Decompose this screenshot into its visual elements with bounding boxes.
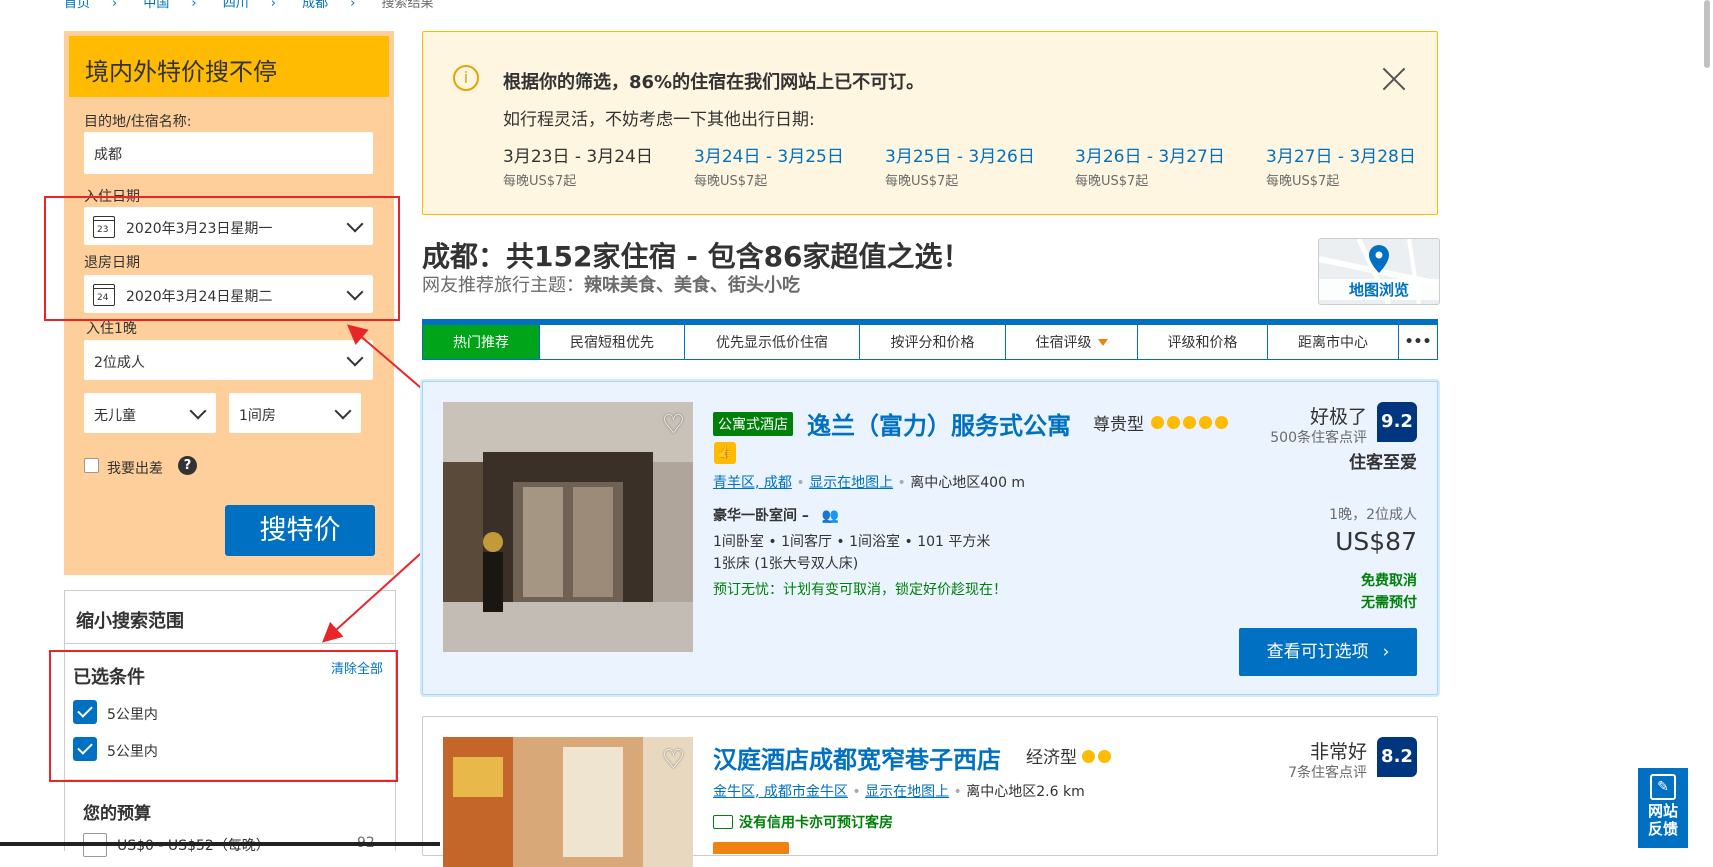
hotel-name-link[interactable]: 逸兰（富力）服务式公寓: [807, 406, 1071, 441]
no-prepay-text: 无需预付: [1361, 595, 1417, 611]
review-count[interactable]: 500条住客点评: [1270, 427, 1367, 447]
rating-word: 非常好: [1309, 741, 1367, 763]
show-on-map-link[interactable]: 显示在地图上: [809, 475, 893, 491]
bottom-bar: [0, 842, 440, 846]
guests-icon: 👥: [821, 508, 840, 524]
tab-popular[interactable]: 热门推荐: [423, 325, 540, 359]
review-count[interactable]: 7条住客点评: [1288, 762, 1367, 782]
star-rating: [1151, 416, 1231, 433]
credit-card-icon: [713, 815, 733, 829]
star-dot-icon: [1215, 416, 1228, 429]
promo-text: 预订无忧：计划有变可取消，锁定好价趁现在！: [713, 582, 1007, 598]
results-subheading: 网友推荐旅行主题：辣味美食、美食、街头小吃: [422, 275, 800, 296]
feedback-button[interactable]: ✎ 网站反馈: [1638, 768, 1688, 848]
distance-text: 离中心地区2.6 km: [966, 784, 1085, 800]
alt-date-option[interactable]: 3月25日 - 3月26日 每晚US$7起: [885, 142, 1035, 189]
map-view-button[interactable]: 地图浏览: [1318, 238, 1440, 305]
room-type: 豪华一卧室间 – 👥: [713, 508, 840, 524]
hotel-card: ♡ 汉庭酒店成都宽窄巷子西店 经济型 金牛区, 成都市金牛区 • 显示在地图上 …: [422, 716, 1438, 867]
hotel-photo[interactable]: ♡: [443, 737, 693, 867]
thumbs-up-icon: 👍: [714, 442, 736, 464]
heart-icon[interactable]: ♡: [662, 410, 685, 440]
availability-alert: i 根据你的筛选，86%的住宿在我们网站上已不可订。 如行程灵活，不妨考虑一下其…: [422, 31, 1438, 215]
sort-tabs: 热门推荐 民宿短租优先 优先显示低价住宿 按评分和价格 住宿评级 评级和价格 距…: [422, 319, 1438, 360]
district-link[interactable]: 金牛区, 成都市金牛区: [713, 784, 848, 800]
location-line: 金牛区, 成都市金牛区 • 显示在地图上 • 离中心地区2.6 km: [713, 784, 1085, 800]
hotel-name-link[interactable]: 汉庭酒店成都宽窄巷子西店: [713, 740, 1001, 775]
star-dot-icon: [1167, 416, 1180, 429]
bed-info: 1张床 (1张大号双人床): [713, 556, 859, 572]
star-dot-icon: [1098, 750, 1111, 763]
show-on-map-link[interactable]: 显示在地图上: [865, 784, 949, 800]
distance-text: 离中心地区400 m: [910, 475, 1026, 491]
results-heading: 成都：共152家住宿 - 包含86家超值之选！: [422, 240, 971, 273]
hotel-card: ♡ 公寓式酒店 逸兰（富力）服务式公寓 尊贵型 👍 青羊区, 成都 • 显示在地…: [422, 381, 1438, 695]
tab-lowest-price[interactable]: 优先显示低价住宿: [685, 325, 860, 359]
review-score: 9.2: [1377, 402, 1417, 442]
tab-distance[interactable]: 距离市中心: [1268, 325, 1399, 359]
hotel-photo[interactable]: ♡: [443, 402, 693, 652]
alt-date-option: 3月23日 - 3月24日 每晚US$7起: [503, 147, 653, 189]
star-dot-icon: [1199, 416, 1212, 429]
tab-stars-price[interactable]: 评级和价格: [1138, 325, 1268, 359]
scrollbar[interactable]: [1698, 0, 1713, 846]
tab-review-price[interactable]: 按评分和价格: [860, 325, 1006, 359]
hotel-class: 经济型: [1026, 748, 1077, 768]
location-line: 青羊区, 成都 • 显示在地图上 • 离中心地区400 m: [713, 475, 1026, 491]
tab-homes-first[interactable]: 民宿短租优先: [540, 325, 685, 359]
star-dot-icon: [1183, 416, 1196, 429]
close-icon[interactable]: [1381, 66, 1407, 92]
star-dot-icon: [1082, 750, 1095, 763]
chevron-right-icon: ›: [1382, 642, 1390, 662]
alert-subtitle: 如行程灵活，不妨考虑一下其他出行日期:: [503, 110, 815, 130]
promo-badge: [713, 842, 789, 854]
alert-title: 根据你的筛选，86%的住宿在我们网站上已不可订。: [503, 72, 925, 93]
alt-date-option[interactable]: 3月27日 - 3月28日 每晚US$7起: [1266, 142, 1416, 189]
star-dot-icon: [1151, 416, 1164, 429]
price: US$87: [1335, 527, 1417, 556]
alt-date-option[interactable]: 3月24日 - 3月25日 每晚US$7起: [694, 142, 844, 189]
hotel-class: 尊贵型: [1093, 415, 1144, 435]
edit-icon: ✎: [1650, 774, 1676, 800]
alt-date-option[interactable]: 3月26日 - 3月27日 每晚US$7起: [1075, 142, 1225, 189]
see-availability-button[interactable]: 查看可订选项 ›: [1239, 628, 1417, 676]
heart-icon[interactable]: ♡: [662, 745, 685, 775]
tab-star-rating[interactable]: 住宿评级: [1006, 325, 1138, 359]
stay-info: 1晚，2位成人: [1329, 507, 1417, 523]
room-details: 1间卧室 • 1间客厅 • 1间浴室 • 101 平方米: [713, 534, 991, 550]
no-credit-card-note: 没有信用卡亦可预订客房: [713, 812, 893, 832]
district-link[interactable]: 青羊区, 成都: [713, 475, 792, 491]
guest-favorite-tag: 住客至爱: [1349, 453, 1417, 473]
rating-word: 好极了: [1309, 406, 1367, 428]
star-rating: [1082, 750, 1114, 767]
more-tabs-button[interactable]: •••: [1399, 325, 1437, 359]
caret-down-icon: [1097, 338, 1108, 346]
property-type-badge: 公寓式酒店: [713, 412, 793, 436]
info-icon: i: [453, 65, 479, 91]
free-cancel-text: 免费取消: [1361, 573, 1417, 589]
review-score: 8.2: [1377, 737, 1417, 777]
